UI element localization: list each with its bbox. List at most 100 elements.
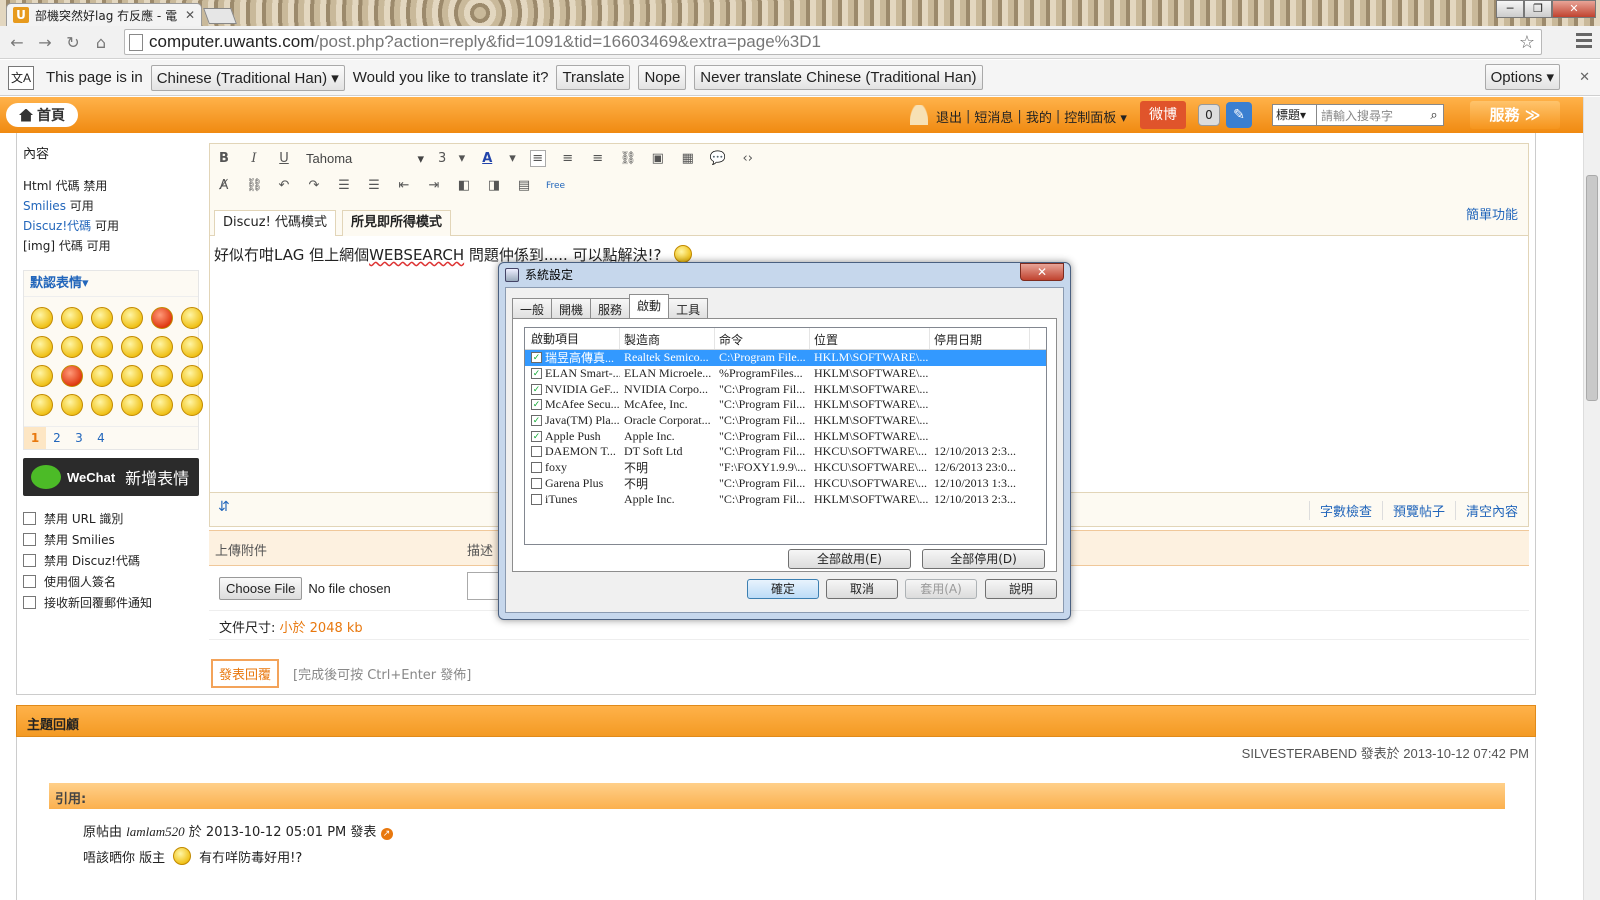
smiley-icon[interactable]	[61, 336, 83, 358]
maximize-button[interactable]: ❐	[1524, 0, 1552, 18]
home-link[interactable]: 首頁	[6, 103, 78, 127]
smiley-icon[interactable]	[91, 307, 113, 329]
table-row[interactable]: ✓ Java(TM) Pla... Oracle Corporat... "C:\Pr…	[525, 413, 1046, 429]
mine-link[interactable]: 我的	[1026, 107, 1052, 126]
smiley-icon[interactable]	[121, 307, 143, 329]
tab-close-icon[interactable]: ✕	[185, 8, 195, 22]
apply-button[interactable]: 套用(A)	[905, 579, 977, 599]
table-row[interactable]: Garena Plus 不明 "C:\Program Fil... HKCU\SOFT…	[525, 476, 1046, 492]
simple-mode-link[interactable]: 簡單功能	[1466, 204, 1518, 223]
checkbox[interactable]	[531, 493, 542, 505]
disable-all-button[interactable]: 全部停用(D)	[922, 549, 1045, 569]
unlink-icon[interactable]: ⛓	[246, 178, 263, 193]
weibo-button[interactable]: 微博	[1140, 101, 1186, 129]
checkbox[interactable]	[531, 462, 542, 474]
unordered-list-icon[interactable]: ☰	[366, 178, 382, 193]
word-count-link[interactable]: 字數檢查	[1308, 501, 1372, 520]
smiley-icon[interactable]	[31, 365, 53, 387]
table-row[interactable]: ✓ Apple Push Apple Inc. "C:\Program Fil... H…	[525, 428, 1046, 444]
translate-options-button[interactable]: Options ▾	[1484, 64, 1560, 90]
submit-reply-button[interactable]: 發表回覆	[211, 659, 280, 688]
reload-icon[interactable]: ↻	[62, 32, 84, 54]
smiley-icon[interactable]	[91, 365, 113, 387]
checkbox[interactable]: ✓	[531, 415, 542, 427]
smiley-icon[interactable]	[91, 336, 113, 358]
checkbox[interactable]	[23, 595, 36, 609]
smiley-icon[interactable]	[151, 336, 173, 358]
smiley-icon[interactable]	[151, 307, 173, 329]
float-left-icon[interactable]: ◧	[456, 178, 472, 193]
checkbox[interactable]	[531, 446, 542, 458]
smiley-icon[interactable]	[31, 307, 53, 329]
dialog-close-button[interactable]: ✕	[1020, 263, 1064, 281]
compose-pen-icon[interactable]: ✎	[1226, 102, 1252, 128]
redo-icon[interactable]: ↷	[306, 178, 322, 193]
smiley-icon[interactable]	[181, 307, 203, 329]
align-center-icon[interactable]: ≡	[560, 151, 576, 166]
table-icon[interactable]: ▤	[516, 178, 532, 193]
bold-icon[interactable]: B	[216, 151, 232, 166]
smiley-icon[interactable]	[151, 394, 173, 416]
checkbox[interactable]: ✓	[531, 368, 542, 380]
quote-author[interactable]: lamlam520	[126, 824, 185, 839]
search-input[interactable]: 請輸入搜尋字	[1317, 107, 1425, 124]
emoticon-page-1[interactable]: 1	[24, 427, 46, 449]
tab-wysiwyg-mode[interactable]: 所見即所得模式	[341, 210, 451, 236]
emoticon-page-4[interactable]: 4	[90, 427, 112, 449]
emoticon-title[interactable]: 默認表情▾	[24, 271, 198, 297]
goto-post-icon[interactable]: ↗	[380, 828, 393, 840]
image-icon[interactable]: ▣	[650, 151, 666, 166]
bookmark-star-icon[interactable]: ☆	[1519, 32, 1535, 53]
smiley-icon[interactable]	[31, 394, 53, 416]
services-menu[interactable]: 服務 ≫	[1470, 101, 1560, 129]
checkbox[interactable]	[23, 532, 36, 546]
enable-all-button[interactable]: 全部啟用(E)	[788, 549, 911, 569]
link-icon[interactable]: ⛓	[620, 151, 637, 166]
emoticon-page-3[interactable]: 3	[68, 427, 90, 449]
minimize-button[interactable]: ─	[1496, 0, 1524, 18]
preview-link[interactable]: 預覽帖子	[1381, 501, 1445, 520]
tab-services[interactable]: 服務	[590, 298, 631, 318]
option-disable-url[interactable]: 禁用 URL 識別	[23, 508, 199, 528]
smiley-icon[interactable]	[61, 307, 83, 329]
clear-content-link[interactable]: 清空內容	[1454, 501, 1518, 520]
option-email-notify[interactable]: 接收新回覆郵件通知	[23, 592, 199, 612]
search-scope-select[interactable]: 標題▾	[1273, 105, 1317, 125]
col-manufacturer[interactable]: 製造商	[620, 328, 715, 349]
smiley-icon[interactable]	[121, 394, 143, 416]
wechat-emoticon-banner[interactable]: WeChat 新增表情	[23, 458, 199, 496]
smiley-icon[interactable]	[61, 365, 83, 387]
checkbox[interactable]: ✓	[531, 383, 542, 395]
cancel-button[interactable]: 取消	[826, 579, 898, 599]
float-right-icon[interactable]: ◨	[486, 178, 502, 193]
align-left-icon[interactable]: ≡	[529, 150, 546, 167]
align-right-icon[interactable]: ≡	[590, 151, 606, 166]
table-row[interactable]: ✓ ELAN Smart-... ELAN Microele... %ProgramF…	[525, 366, 1046, 382]
control-panel-link[interactable]: 控制面板 ▾	[1064, 107, 1127, 126]
chrome-menu-icon[interactable]	[1576, 33, 1592, 51]
checkbox[interactable]	[531, 477, 542, 489]
outdent-icon[interactable]: ⇤	[396, 178, 412, 193]
smiley-icon[interactable]	[151, 365, 173, 387]
page-scrollbar[interactable]	[1583, 97, 1600, 900]
size-select[interactable]: 3 ▾	[438, 151, 465, 166]
italic-icon[interactable]: I	[246, 151, 262, 166]
search-icon[interactable]: ⌕	[1425, 108, 1443, 123]
messages-link[interactable]: 短消息	[974, 107, 1013, 126]
new-tab-button[interactable]	[203, 8, 237, 24]
tab-startup[interactable]: 啟動	[629, 294, 670, 318]
translate-button[interactable]: Translate	[556, 65, 631, 90]
back-arrow-icon[interactable]: ←	[6, 32, 28, 54]
code-icon[interactable]: ‹›	[740, 151, 756, 166]
smiley-icon[interactable]	[121, 365, 143, 387]
language-select[interactable]: Chinese (Traditional Han) ▾	[150, 64, 345, 91]
underline-icon[interactable]: U	[276, 151, 292, 166]
checkbox[interactable]: ✓	[531, 352, 542, 364]
col-command[interactable]: 命令	[715, 328, 810, 349]
smiley-icon[interactable]	[181, 336, 203, 358]
font-color-icon[interactable]: A	[479, 151, 495, 166]
tab-tools[interactable]: 工具	[668, 298, 709, 318]
forward-arrow-icon[interactable]: →	[34, 32, 56, 54]
smiley-icon[interactable]	[91, 394, 113, 416]
table-row[interactable]: ✓ 瑞昱高傳真... Realtek Semico... C:\Program Fil…	[525, 350, 1046, 366]
